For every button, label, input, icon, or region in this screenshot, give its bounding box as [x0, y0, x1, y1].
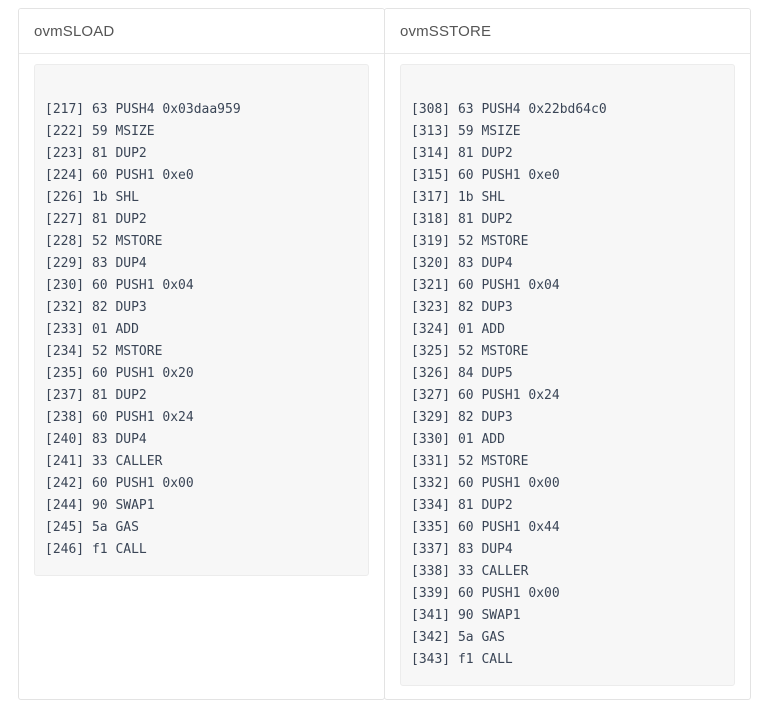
code-line: [224] 60 PUSH1 0xe0 — [45, 168, 194, 183]
code-line: [325] 52 MSTORE — [411, 344, 529, 359]
code-line: [330] 01 ADD — [411, 432, 505, 447]
code-line: [327] 60 PUSH1 0x24 — [411, 388, 560, 403]
code-line: [244] 90 SWAP1 — [45, 498, 155, 513]
card-header-ovmsload: ovmSLOAD — [19, 9, 384, 54]
code-line: [241] 33 CALLER — [45, 454, 163, 469]
code-line: [331] 52 MSTORE — [411, 454, 529, 469]
code-line: [242] 60 PUSH1 0x00 — [45, 476, 194, 491]
code-line: [320] 83 DUP4 — [411, 256, 513, 271]
card-ovmsstore: ovmSSTORE [308] 63 PUSH4 0x22bd64c0 [313]… — [384, 8, 751, 700]
code-line: [308] 63 PUSH4 0x22bd64c0 — [411, 102, 607, 117]
code-line: [326] 84 DUP5 — [411, 366, 513, 381]
code-line: [318] 81 DUP2 — [411, 212, 513, 227]
code-line: [339] 60 PUSH1 0x00 — [411, 586, 560, 601]
code-line: [234] 52 MSTORE — [45, 344, 163, 359]
code-line: [313] 59 MSIZE — [411, 124, 521, 139]
code-line: [230] 60 PUSH1 0x04 — [45, 278, 194, 293]
code-line: [240] 83 DUP4 — [45, 432, 147, 447]
code-line: [232] 82 DUP3 — [45, 300, 147, 315]
code-block-ovmsload[interactable]: [217] 63 PUSH4 0x03daa959 [222] 59 MSIZE [… — [34, 64, 369, 576]
code-line: [335] 60 PUSH1 0x44 — [411, 520, 560, 535]
code-line: [233] 01 ADD — [45, 322, 139, 337]
code-line: [317] 1b SHL — [411, 190, 505, 205]
card-title-ovmsstore: ovmSSTORE — [400, 22, 492, 40]
code-line: [324] 01 ADD — [411, 322, 505, 337]
code-line: [235] 60 PUSH1 0x20 — [45, 366, 194, 381]
code-line: [246] f1 CALL — [45, 542, 147, 557]
code-line: [229] 83 DUP4 — [45, 256, 147, 271]
code-line: [314] 81 DUP2 — [411, 146, 513, 161]
code-line: [222] 59 MSIZE — [45, 124, 155, 139]
card-header-ovmsstore: ovmSSTORE — [385, 9, 750, 54]
code-line: [245] 5a GAS — [45, 520, 139, 535]
code-line: [223] 81 DUP2 — [45, 146, 147, 161]
card-body-ovmsstore: [308] 63 PUSH4 0x22bd64c0 [313] 59 MSIZE [… — [385, 54, 750, 699]
code-line: [237] 81 DUP2 — [45, 388, 147, 403]
card-ovmsload: ovmSLOAD [217] 63 PUSH4 0x03daa959 [222] … — [18, 8, 385, 700]
code-line: [341] 90 SWAP1 — [411, 608, 521, 623]
code-line: [332] 60 PUSH1 0x00 — [411, 476, 560, 491]
card-title-ovmsload: ovmSLOAD — [34, 22, 115, 40]
panel-row: ovmSLOAD [217] 63 PUSH4 0x03daa959 [222] … — [0, 0, 770, 718]
code-line: [337] 83 DUP4 — [411, 542, 513, 557]
code-line: [342] 5a GAS — [411, 630, 505, 645]
code-listing-ovmsload: [217] 63 PUSH4 0x03daa959 [222] 59 MSIZE [… — [45, 80, 358, 561]
code-line: [238] 60 PUSH1 0x24 — [45, 410, 194, 425]
code-line: [319] 52 MSTORE — [411, 234, 529, 249]
code-line: [315] 60 PUSH1 0xe0 — [411, 168, 560, 183]
code-line: [227] 81 DUP2 — [45, 212, 147, 227]
code-line: [334] 81 DUP2 — [411, 498, 513, 513]
code-line: [323] 82 DUP3 — [411, 300, 513, 315]
card-body-ovmsload: [217] 63 PUSH4 0x03daa959 [222] 59 MSIZE [… — [19, 54, 384, 699]
code-line: [217] 63 PUSH4 0x03daa959 — [45, 102, 241, 117]
code-line: [321] 60 PUSH1 0x04 — [411, 278, 560, 293]
code-block-ovmsstore[interactable]: [308] 63 PUSH4 0x22bd64c0 [313] 59 MSIZE [… — [400, 64, 735, 686]
code-line: [329] 82 DUP3 — [411, 410, 513, 425]
code-line: [228] 52 MSTORE — [45, 234, 163, 249]
code-line: [343] f1 CALL — [411, 652, 513, 667]
code-line: [338] 33 CALLER — [411, 564, 529, 579]
code-line: [226] 1b SHL — [45, 190, 139, 205]
code-listing-ovmsstore: [308] 63 PUSH4 0x22bd64c0 [313] 59 MSIZE [… — [411, 80, 724, 671]
